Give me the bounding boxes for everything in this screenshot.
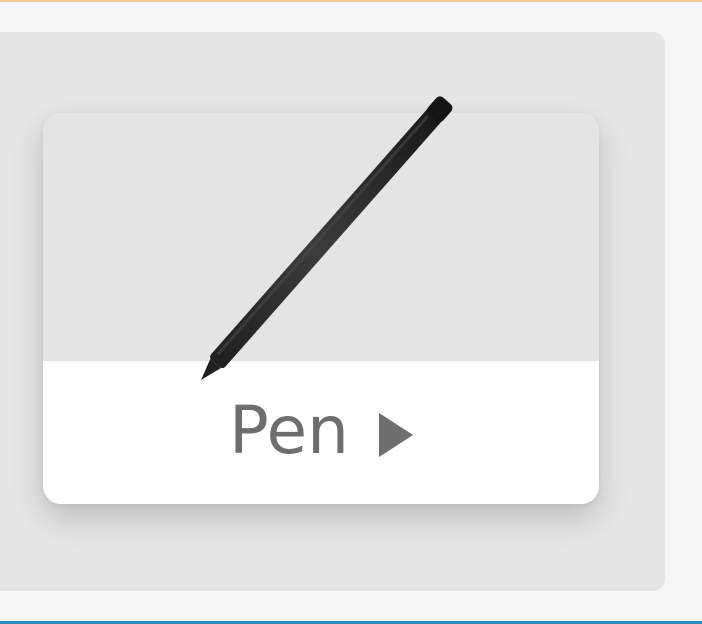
top-accent-line <box>0 0 702 2</box>
pen-tile-image <box>43 113 599 361</box>
pen-tile-label-row: Pen <box>43 391 599 471</box>
play-triangle-icon <box>378 413 413 457</box>
pen-tile-label: Pen <box>229 392 349 469</box>
pen-tile[interactable]: Pen <box>43 113 599 504</box>
